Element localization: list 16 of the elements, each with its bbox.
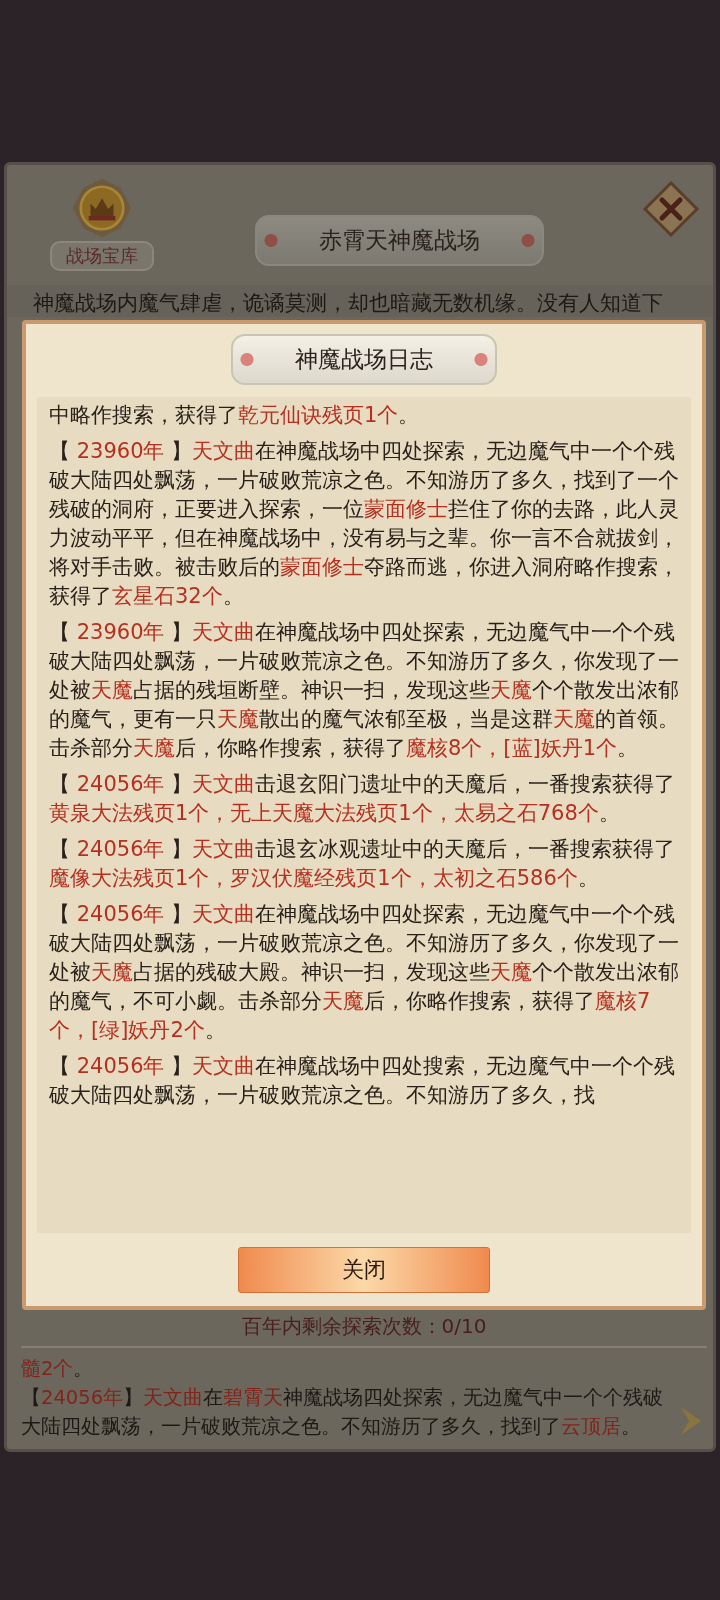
close-icon[interactable] — [641, 179, 701, 239]
log-entry: 【 24056年 】天文曲在神魔战场中四处探索，无边魔气中一个个残破大陆四处飘荡，一片破败荒凉之色。不知游历了多久，你发现了一处被天魔占据的残破大殿。神识一扫，发现这些天魔个个散发出浓郁的魔气，不可小觑。击杀部分天魔后，你略作搜索，获得了魔核7个，[绿]妖丹2个。 — [49, 901, 680, 1044]
log-entry: 【 24056年 】天文曲在神魔战场中四处搜索，无边魔气中一个个残破大陆四处飘荡，一片破败荒凉之色。不知游历了多久，找 — [49, 1053, 677, 1109]
close-button[interactable]: 关闭 — [238, 1247, 490, 1293]
description-text: 神魔战场内魔气肆虐，诡谲莫测，却也暗藏无数机缘。没有人知道下 — [7, 285, 713, 317]
log-entry: 中略作搜索，获得了乾元仙诀残页1个。 — [49, 402, 421, 429]
log-entry: 【24056年】天文曲在碧霄天神魔战场四处探索，无边魔气中一个个残破大陆四处飘荡，一片破败荒凉之色。不知游历了多久，找到了 云顶居。 — [21, 1385, 665, 1440]
log-entry: 【 23960年 】天文曲在神魔战场中四处探索，无边魔气中一个个残破大陆四处飘荡，一片破败荒凉之色。不知游历了多久，你发现了一处被天魔占据的残垣断壁。神识一扫，发现这些天魔个个散发出浓郁的魔气，更有一只天魔散出的魔气浓郁至极，当是这群天魔的首领。击杀部分天魔后，你略作搜索，获得了魔核8个，[蓝]妖丹1个。 — [49, 619, 680, 762]
log-entry: 【 23960年 】天文曲在神魔战场中四处探索，无边魔气中一个个残破大陆四处飘荡，一片破败荒凉之色。不知游历了多久，找到了一个残破的洞府，正要进入探索，一位蒙面修士拦住了你的去路，此人灵力波动平平，但在神魔战场中，没有易与之辈。你一言不合就拔剑，将对手击败。被击败后的蒙面修士夺路而逃，你进入洞府略作搜索，获得了玄星石32个。 — [49, 438, 680, 610]
remaining-count-text: 百年内剩余探索次数：0/10 — [240, 1313, 488, 1340]
log-entry: 【 24056年 】天文曲击退玄阳门遗址中的天魔后，一番搜索获得了 黄泉大法残页1个，无上天魔大法残页1个，太易之石768个。 — [49, 771, 677, 827]
modal-title: 神魔战场日志 — [231, 334, 497, 385]
treasury-emblem-icon[interactable] — [71, 177, 133, 239]
log-entry: 【 24056年 】天文曲击退玄冰观遗址中的天魔后，一番搜索获得了 魔像大法残页1个，罗汉伏魔经残页1个，太初之石586个。 — [49, 836, 677, 892]
log-entry: 髓2个。 — [21, 1356, 95, 1382]
panel-title: 赤霄天神魔战场 — [254, 215, 544, 266]
